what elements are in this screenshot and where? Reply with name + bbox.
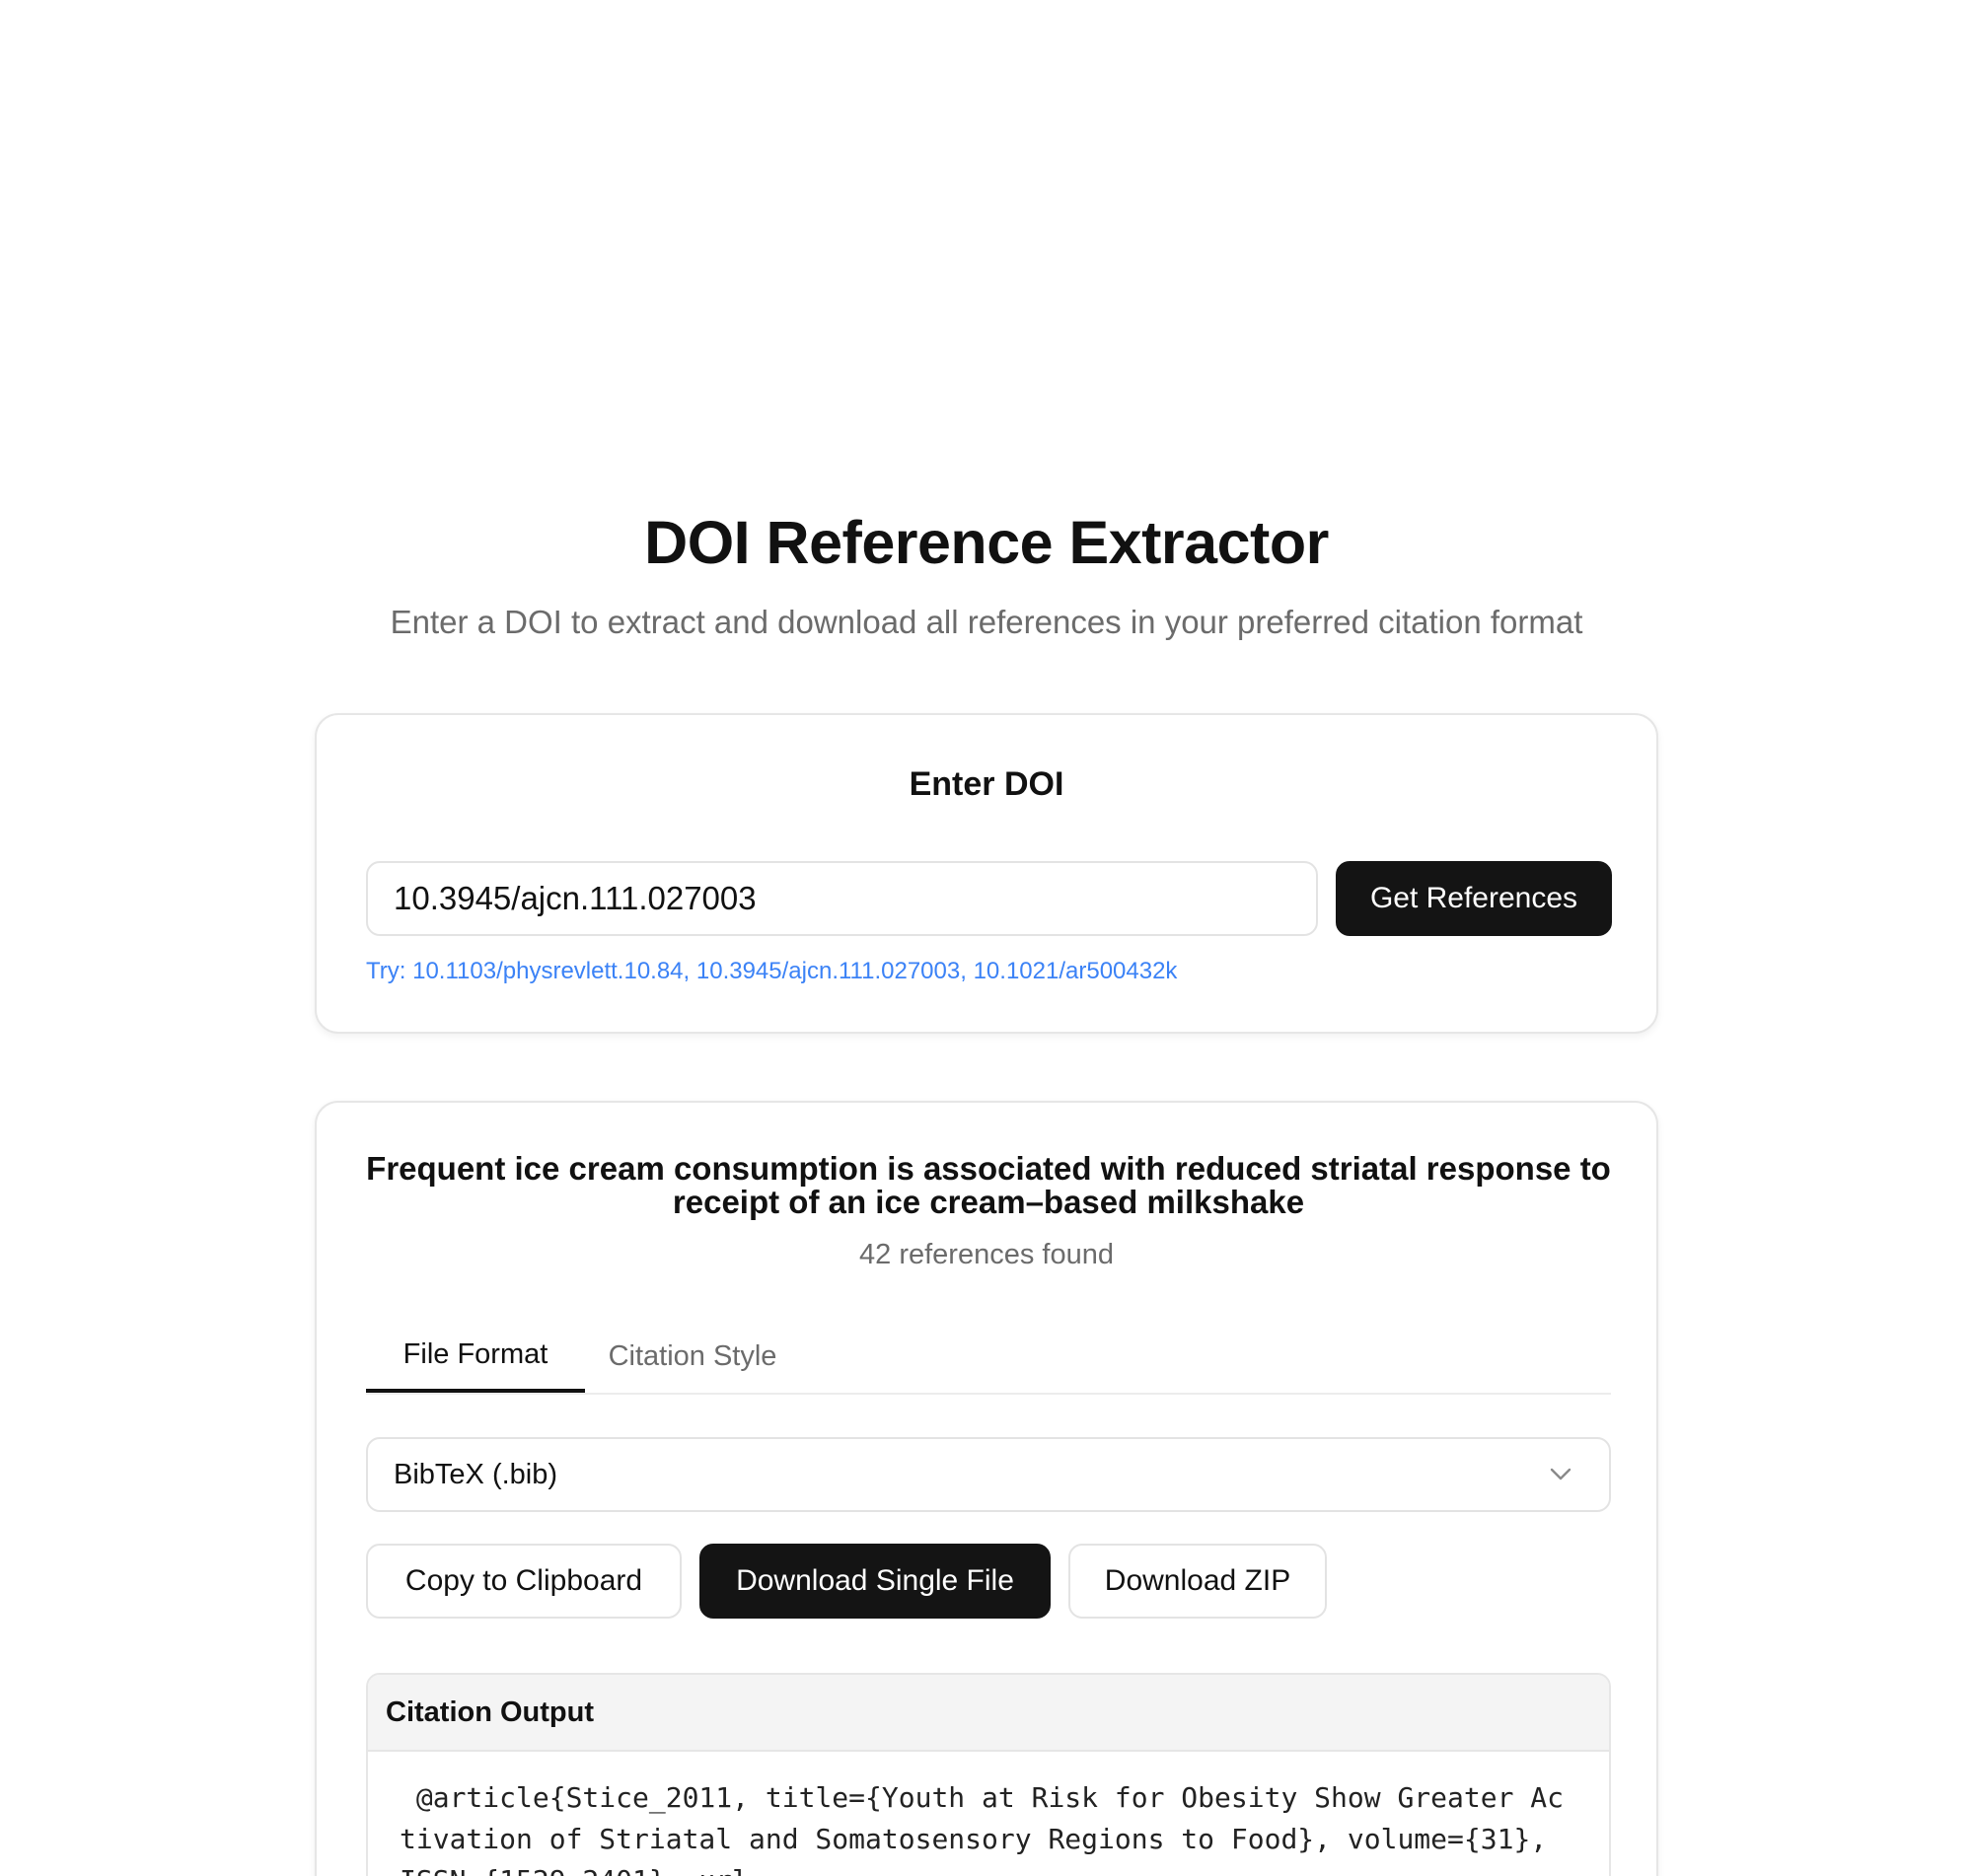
copy-to-clipboard-button[interactable]: Copy to Clipboard xyxy=(366,1544,682,1619)
tab-file-format[interactable]: File Format xyxy=(366,1324,585,1393)
tab-citation-style[interactable]: Citation Style xyxy=(585,1324,800,1393)
example-dois: Try: 10.1103/physrevlett.10.84, 10.3945/… xyxy=(366,956,1177,987)
example-separator: , xyxy=(683,958,696,984)
download-zip-button[interactable]: Download ZIP xyxy=(1068,1544,1327,1619)
chevron-down-icon xyxy=(1548,1462,1573,1487)
example-prefix: Try: xyxy=(366,958,413,984)
paper-title: Frequent ice cream consumption is associ… xyxy=(366,1150,1611,1220)
page-title: DOI Reference Extractor xyxy=(644,509,1329,576)
page-header: DOI Reference Extractor Enter a DOI to e… xyxy=(0,498,1973,644)
reference-count: 42 references found xyxy=(859,1239,1114,1270)
doi-card-heading: Enter DOI xyxy=(909,765,1064,803)
example-doi-link[interactable]: 10.1103/physrevlett.10.84 xyxy=(412,958,683,984)
citation-output-text[interactable]: @article{Stice_2011, title={Youth at Ris… xyxy=(368,1752,1609,1876)
download-single-file-button[interactable]: Download Single File xyxy=(699,1544,1051,1619)
example-separator: , xyxy=(960,958,974,984)
output-tabs: File Format Citation Style xyxy=(366,1324,1611,1395)
doi-input[interactable] xyxy=(366,861,1318,936)
doi-card: Enter DOI Get References Try: 10.1103/ph… xyxy=(315,713,1658,1034)
results-card: Frequent ice cream consumption is associ… xyxy=(315,1101,1658,1876)
page: DOI Reference Extractor Enter a DOI to e… xyxy=(0,0,1973,1876)
example-doi-link[interactable]: 10.3945/ajcn.111.027003 xyxy=(696,958,960,984)
file-format-select[interactable]: BibTeX (.bib) xyxy=(366,1437,1611,1512)
get-references-button[interactable]: Get References xyxy=(1336,861,1612,936)
citation-output-panel: Citation Output @article{Stice_2011, tit… xyxy=(366,1673,1611,1876)
citation-output-header: Citation Output xyxy=(368,1675,1609,1752)
file-format-selected: BibTeX (.bib) xyxy=(394,1458,558,1490)
page-subtitle: Enter a DOI to extract and download all … xyxy=(390,604,1583,640)
example-doi-link[interactable]: 10.1021/ar500432k xyxy=(974,958,1178,984)
